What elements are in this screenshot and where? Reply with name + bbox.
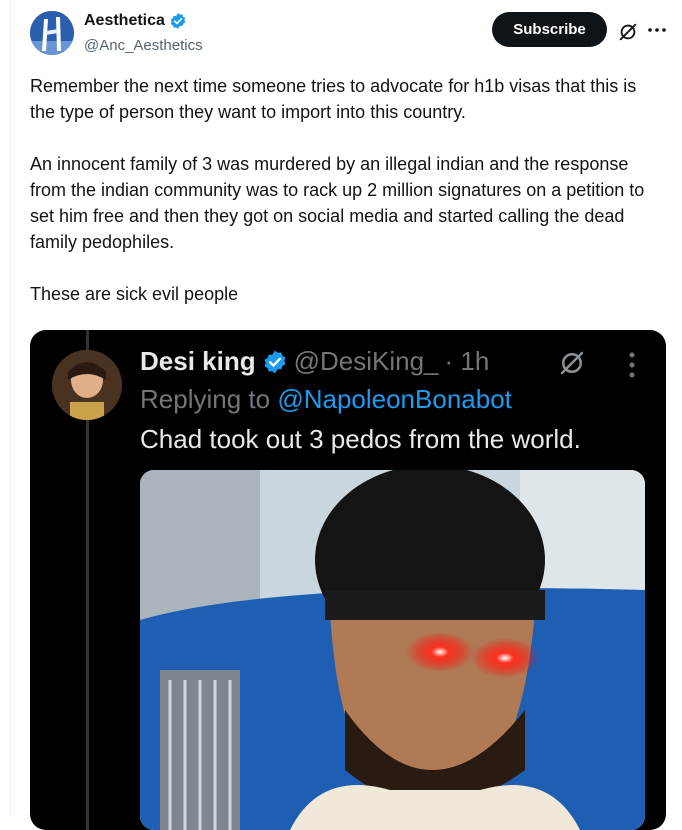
embedded-photo (140, 470, 645, 830)
post-paragraph: These are sick evil people (30, 284, 239, 304)
grok-icon (560, 351, 584, 375)
author-name[interactable]: Aesthetica (84, 12, 165, 30)
timeline-divider (10, 0, 11, 817)
post-media-screenshot[interactable]: Desi king @DesiKing_ · 1h Replying to @N… (30, 330, 666, 830)
post-text: Remember the next time someone tries to … (30, 73, 660, 333)
reply-prefix: Replying to (140, 384, 278, 414)
author-handle[interactable]: @Anc_Aesthetics (84, 37, 203, 54)
embedded-reply-line: Replying to @NapoleonBonabot (140, 384, 512, 415)
embedded-time: · 1h (444, 346, 490, 376)
grok-icon[interactable] (617, 21, 639, 43)
embedded-avatar (52, 350, 122, 420)
post-paragraph: Remember the next time someone tries to … (30, 76, 637, 122)
avatar[interactable] (30, 11, 74, 55)
embedded-header: Desi king @DesiKing_ · 1h (140, 346, 489, 377)
reply-mention: @NapoleonBonabot (277, 384, 512, 414)
more-icon (629, 352, 635, 378)
author-name-row: Aesthetica (84, 12, 187, 30)
more-icon[interactable] (646, 21, 668, 39)
embedded-name: Desi king (140, 346, 256, 376)
verified-badge-icon (264, 350, 285, 373)
post-paragraph: An innocent family of 3 was murdered by … (30, 154, 645, 252)
verified-badge-icon (170, 13, 186, 29)
subscribe-button[interactable]: Subscribe (492, 12, 607, 47)
embedded-handle: @DesiKing_ (293, 346, 439, 376)
embedded-text: Chad took out 3 pedos from the world. (140, 424, 581, 454)
